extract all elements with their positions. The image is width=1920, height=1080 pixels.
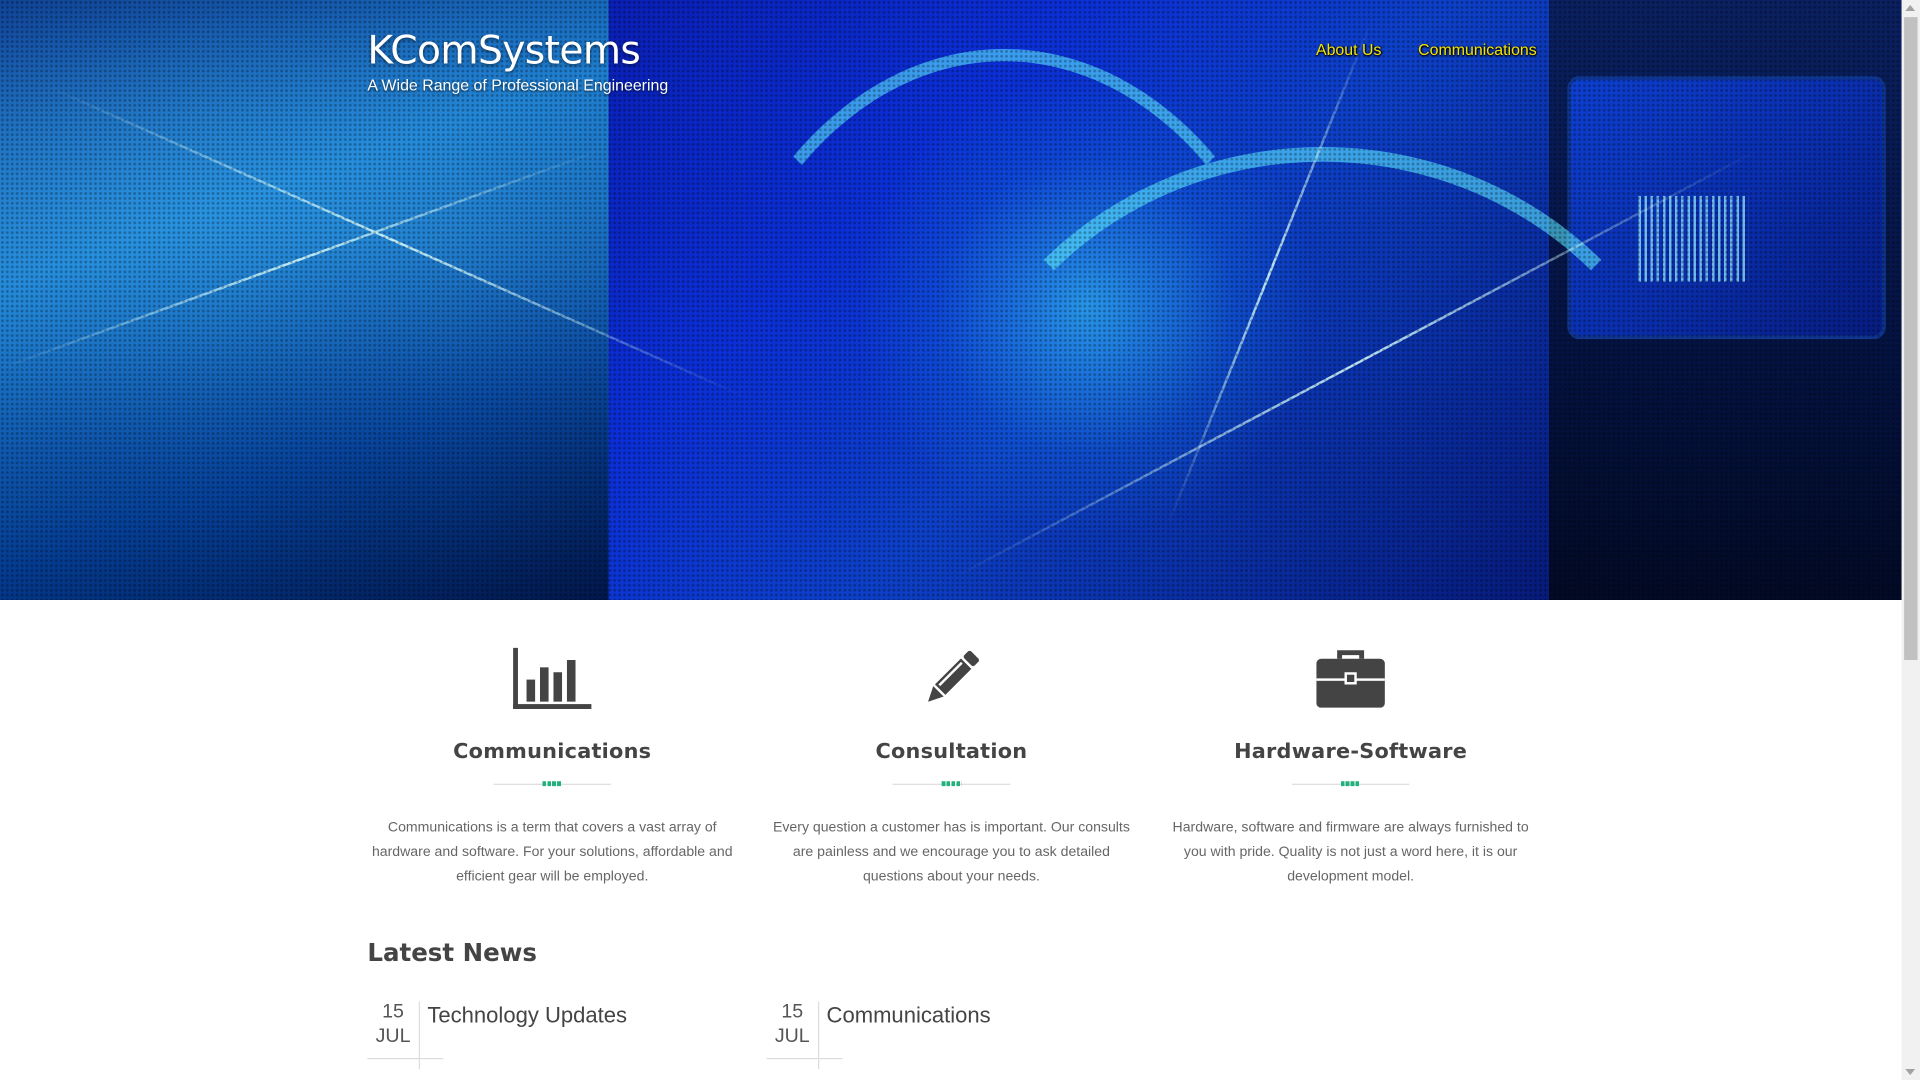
page: KComSystems A Wide Range of Professional… (0, 0, 1920, 1080)
main-navigation: About Us Communications (1316, 40, 1537, 58)
latest-news-heading: Latest News (367, 937, 537, 968)
feature-divider (1291, 781, 1410, 788)
site-branding: KComSystems A Wide Range of Professional… (367, 27, 668, 94)
hero-banner: KComSystems A Wide Range of Professional… (0, 0, 1902, 601)
bar-chart-icon (513, 647, 592, 714)
feature-title: Hardware-Software (1234, 739, 1468, 765)
feature-divider (892, 781, 1011, 788)
news-item[interactable]: 15 JUL Communications (766, 1001, 991, 1069)
news-item-title[interactable]: Communications (827, 1003, 991, 1069)
feature-description: Communications is a term that covers a v… (371, 820, 733, 885)
news-item[interactable]: 15 JUL Technology Updates (367, 1001, 627, 1069)
feature-hardware-software: Hardware-Software Hardware, software and… (1151, 647, 1550, 889)
news-item-title[interactable]: Technology Updates (427, 1003, 627, 1069)
feature-description: Every question a customer has is importa… (772, 820, 1130, 885)
site-title[interactable]: KComSystems (367, 27, 668, 74)
scroll-down-arrow-icon[interactable] (1905, 1068, 1916, 1076)
scroll-up-arrow-icon[interactable] (1905, 4, 1916, 12)
scrollbar-thumb[interactable] (1904, 17, 1918, 661)
news-date: 15 JUL (766, 1001, 843, 1069)
feature-title: Communications (453, 739, 652, 765)
features-section: Communications Communications is a term … (353, 647, 1553, 889)
feature-divider (493, 781, 612, 788)
pencil-icon (921, 647, 982, 714)
news-date-month: JUL (774, 1026, 810, 1047)
news-date-day: 15 (781, 1001, 804, 1023)
news-date: 15 JUL (367, 1001, 444, 1069)
vertical-scrollbar[interactable] (1901, 0, 1920, 1080)
site-tagline: A Wide Range of Professional Engineering (367, 75, 669, 95)
feature-communications: Communications Communications is a term … (353, 647, 752, 889)
nav-item-about-us[interactable]: About Us (1316, 40, 1381, 58)
news-date-month: JUL (375, 1026, 411, 1047)
briefcase-icon (1316, 648, 1385, 713)
news-date-day: 15 (382, 1001, 404, 1023)
feature-description: Hardware, software and firmware are alwa… (1172, 820, 1529, 885)
hero-texture (0, 0, 1902, 601)
feature-title: Consultation (875, 739, 1028, 765)
nav-item-communications[interactable]: Communications (1418, 40, 1537, 58)
feature-consultation: Consultation Every question a customer h… (752, 647, 1151, 889)
